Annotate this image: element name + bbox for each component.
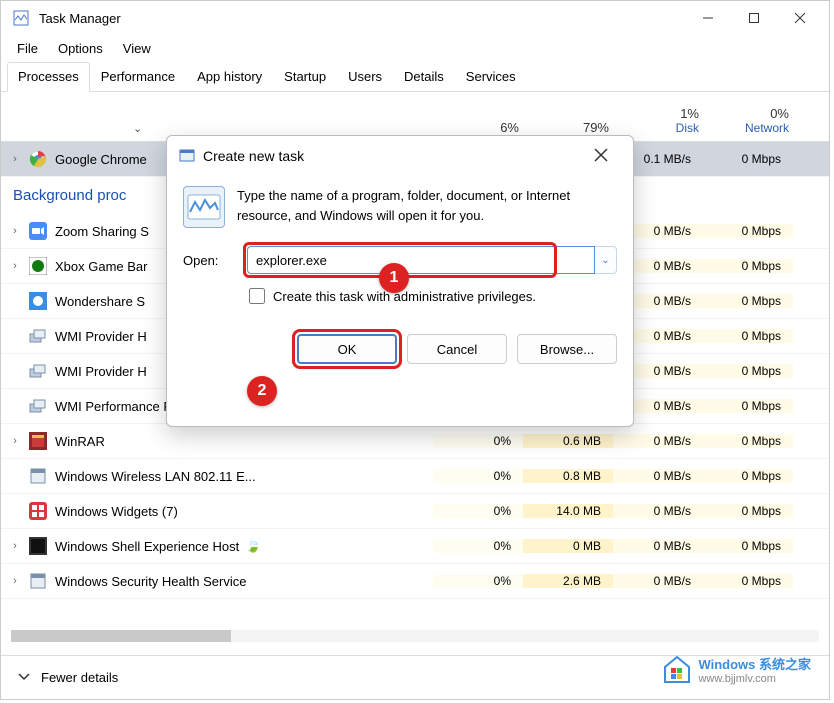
open-label: Open: xyxy=(183,253,237,268)
watermark: Windows 系统之家 www.bjjmlv.com xyxy=(662,654,811,685)
cancel-button[interactable]: Cancel xyxy=(407,334,507,364)
dialog-title: Create new task xyxy=(203,148,581,164)
watermark-logo-icon xyxy=(662,655,692,685)
admin-checkbox[interactable] xyxy=(249,288,265,304)
browse-button[interactable]: Browse... xyxy=(517,334,617,364)
ok-button[interactable]: OK xyxy=(297,334,397,364)
dialog-backdrop: Create new task Type the name of a progr… xyxy=(1,1,829,699)
open-input[interactable] xyxy=(247,246,595,274)
dialog-icon xyxy=(179,148,195,164)
open-dropdown-button[interactable]: ⌄ xyxy=(595,246,617,274)
run-icon xyxy=(183,186,225,228)
annotation-highlight-ok: OK xyxy=(297,334,397,364)
admin-checkbox-label: Create this task with administrative pri… xyxy=(273,289,536,304)
create-task-dialog: Create new task Type the name of a progr… xyxy=(166,135,634,427)
dialog-instructions: Type the name of a program, folder, docu… xyxy=(237,186,617,225)
annotation-badge-2: 2 xyxy=(247,376,277,406)
task-manager-window: Task Manager File Options View Processes… xyxy=(0,0,830,700)
annotation-badge-1: 1 xyxy=(379,263,409,293)
dialog-close-button[interactable] xyxy=(581,146,621,167)
